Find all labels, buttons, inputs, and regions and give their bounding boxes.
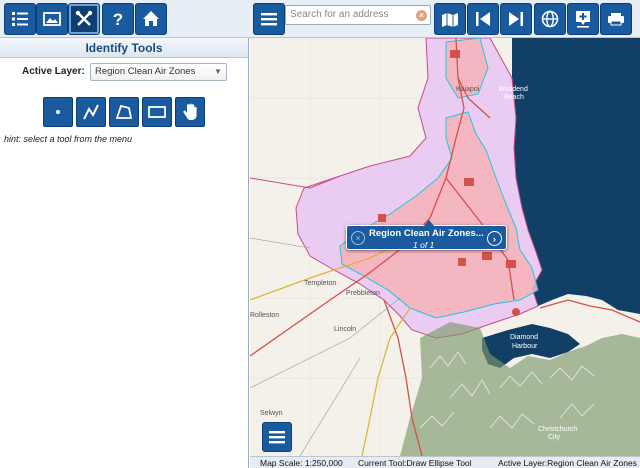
active-layer-status-text: Active Layer:Region Clean Air Zones (498, 458, 637, 468)
add-marker-icon (576, 11, 590, 28)
line-tool-icon (83, 104, 99, 120)
map-label-woodend: Woodend (498, 86, 528, 93)
map-viewer-app: ? Identify Tools Active Layer: Region Cl… (0, 0, 640, 468)
identify-popup[interactable]: × Region Clean Air Zones... 1 of 1 › (346, 220, 507, 250)
map-label-harbour: Harbour (512, 343, 538, 350)
layers-list-icon (12, 12, 28, 26)
map-label-templeton: Templeton (304, 280, 337, 287)
rectangle-tool-button[interactable] (142, 97, 172, 127)
left-toolbar: ? (0, 0, 250, 38)
next-extent-button[interactable] (500, 3, 532, 35)
active-layer-select[interactable]: Region Clean Air Zones ▼ (90, 63, 227, 81)
previous-extent-button[interactable] (467, 3, 499, 35)
rectangle-tool-icon (148, 106, 166, 118)
next-extent-icon (509, 12, 523, 26)
hand-tool-icon (183, 103, 197, 120)
tools-icon (75, 10, 93, 26)
popup-title: Region Clean Air Zones... (369, 228, 484, 239)
map-label-diamond: Diamond (510, 334, 539, 341)
active-layer-row: Active Layer: Region Clean Air Zones ▼ (0, 63, 249, 83)
map-tools-button[interactable] (434, 3, 466, 35)
menu-icon (269, 431, 285, 444)
menu-icon (261, 13, 277, 26)
map-tools-icon (442, 13, 458, 27)
hint-text: hint: select a tool from the menu (4, 134, 133, 144)
tools-button[interactable] (68, 3, 100, 35)
clear-search-icon[interactable]: × (416, 10, 427, 21)
help-button[interactable]: ? (102, 3, 134, 35)
popup-count: 1 of 1 (413, 240, 435, 250)
active-layer-value: Region Clean Air Zones (95, 66, 196, 77)
search-input[interactable]: Search for an address × (285, 5, 431, 25)
previous-extent-icon (476, 12, 490, 26)
print-button[interactable] (600, 3, 632, 35)
line-tool-button[interactable] (76, 97, 106, 127)
menu-button[interactable] (253, 3, 285, 35)
home-button[interactable] (135, 3, 167, 35)
home-icon (143, 11, 159, 26)
point-tool-icon (56, 110, 60, 114)
full-extent-button[interactable] (534, 3, 566, 35)
current-tool-text: Current Tool:Draw Ellipse Tool (358, 458, 472, 468)
globe-icon (541, 10, 559, 28)
map-toolbar: Search for an address × (250, 0, 640, 38)
add-marker-button[interactable] (567, 3, 599, 35)
map-menu-button[interactable] (262, 422, 292, 452)
polygon-tool-button[interactable] (109, 97, 139, 127)
map-label-selwyn: Selwyn (260, 410, 283, 417)
active-layer-label: Active Layer: (22, 66, 85, 77)
print-icon (608, 13, 624, 26)
panel-title: Identify Tools (0, 38, 248, 58)
map-label-christchurch: Christchurch (538, 426, 578, 433)
search-placeholder: Search for an address (290, 9, 389, 20)
next-result-icon[interactable]: › (487, 231, 502, 246)
image-icon (43, 12, 61, 26)
status-bar: Map Scale: 1:250,000 Current Tool:Draw E… (250, 456, 640, 468)
map-scale-text: Map Scale: 1:250,000 (260, 458, 343, 468)
map-label-rolleston: Rolleston (250, 312, 280, 319)
basemap-button[interactable] (36, 3, 68, 35)
help-icon: ? (113, 10, 123, 29)
identify-tools-panel: Identify Tools Active Layer: Region Clea… (0, 38, 249, 468)
layers-list-button[interactable] (4, 3, 36, 35)
popup-pointer (424, 220, 434, 226)
hand-tool-button[interactable] (175, 97, 205, 127)
map-label-lincoln: Lincoln (334, 326, 357, 333)
close-icon[interactable]: × (351, 231, 365, 245)
chevron-down-icon: ▼ (214, 67, 222, 76)
point-tool-button[interactable] (43, 97, 73, 127)
map-label-city: City (548, 434, 561, 441)
svg-text:?: ? (113, 10, 123, 29)
map-label-prebbleton: Prebbleton (346, 290, 380, 297)
polygon-tool-icon (115, 104, 133, 119)
map-label-beach: Beach (504, 94, 524, 101)
map-label-kaiapoi: Kaiapoi (456, 86, 480, 93)
